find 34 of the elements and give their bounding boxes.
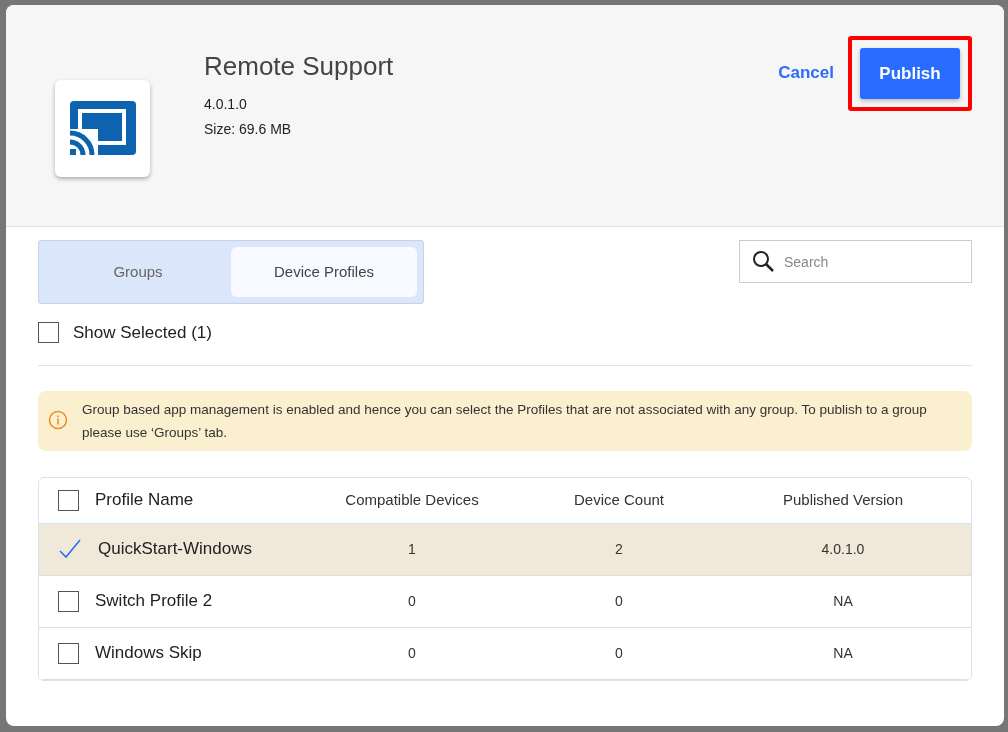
table-cell-text: 0 — [408, 591, 416, 611]
app-title: Remote Support — [204, 50, 394, 83]
column-header: Compatible Devices — [345, 489, 479, 510]
app-icon — [55, 80, 150, 177]
column-header: Device Count — [573, 489, 664, 510]
checkbox[interactable] — [38, 322, 59, 344]
table-cell-text: Windows Skip — [95, 642, 202, 665]
tab[interactable]: Groups — [45, 247, 231, 297]
table-cell-text: NA — [833, 643, 853, 663]
checkbox[interactable] — [58, 590, 79, 612]
table-cell-text: 2 — [615, 539, 623, 559]
app-size: Size: 69.6 MB — [204, 120, 293, 139]
app-version: 4.0.1.0 — [204, 95, 248, 114]
table-cell-text: 0 — [615, 643, 623, 663]
search-field[interactable]: Search — [739, 240, 972, 283]
table-cell-text: 4.0.1.0 — [821, 539, 865, 559]
column-header: Profile Name — [95, 489, 194, 512]
table-cell-text: 0 — [408, 643, 416, 663]
select-all-checkbox[interactable] — [58, 489, 79, 511]
table-cell-text: 1 — [408, 539, 416, 559]
column-header: Published Version — [782, 489, 904, 510]
table-cell-text: QuickStart-Windows — [98, 538, 252, 561]
checkmark-icon[interactable] — [58, 538, 82, 560]
table-row[interactable]: QuickStart-Windows 1 2 4.0.1.0 — [39, 523, 971, 576]
checkbox[interactable] — [58, 642, 79, 664]
table-cell-text: Switch Profile 2 — [95, 590, 213, 613]
cancel-link[interactable]: Cancel — [778, 60, 834, 86]
tab[interactable]: Device Profiles — [231, 247, 417, 297]
table-cell-text: NA — [833, 591, 853, 611]
publish-button[interactable]: Publish — [860, 48, 960, 99]
info-icon — [48, 409, 68, 430]
info-message: Group based app management is enabled and hence you can select the Profiles that are not associated with any group. To publish to a group please use ‘Groups’ tab. — [82, 400, 928, 442]
table-cell-text: 0 — [615, 591, 623, 611]
show-selected-label: Show Selected (1) — [73, 322, 212, 344]
